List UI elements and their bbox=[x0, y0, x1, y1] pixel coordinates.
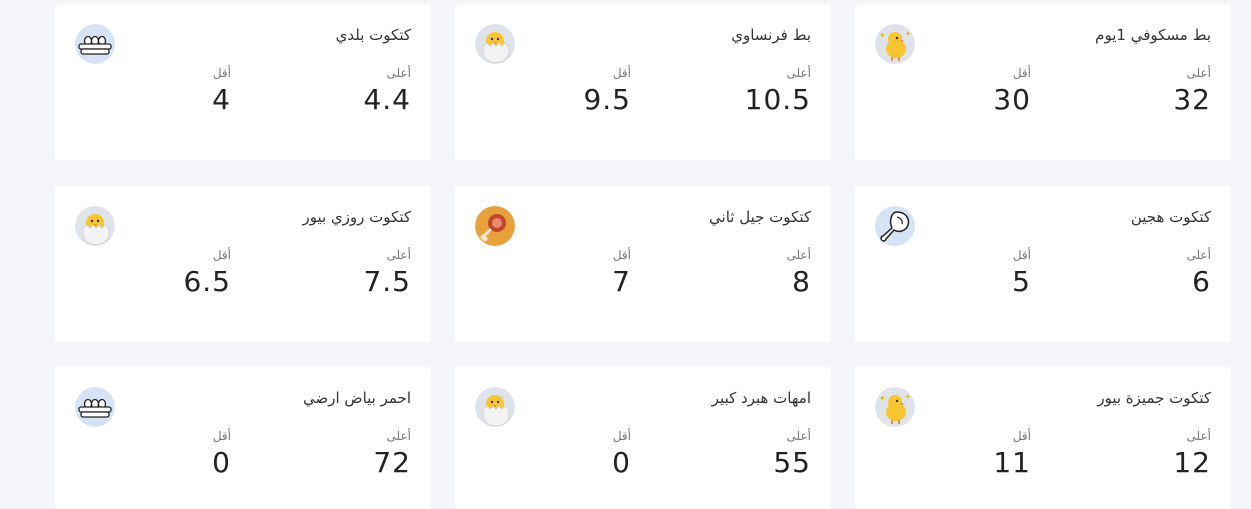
high-label: أعلى bbox=[1186, 66, 1211, 80]
low-value: 4 bbox=[212, 83, 231, 116]
chick-egg-icon bbox=[75, 206, 115, 246]
high-value: 7.5 bbox=[363, 265, 411, 298]
chick-egg-icon bbox=[475, 24, 515, 64]
meat-drumstick-icon bbox=[475, 206, 515, 246]
low-label: أقل bbox=[212, 66, 231, 80]
card-title: كتكوت روزي بيور bbox=[302, 208, 411, 226]
low-value: 5 bbox=[1012, 265, 1031, 298]
low-label: أقل bbox=[612, 248, 631, 262]
low-value: 11 bbox=[993, 446, 1031, 479]
high-label: أعلى bbox=[786, 66, 811, 80]
egg-tray-icon bbox=[75, 387, 115, 427]
high-label: أعلى bbox=[786, 429, 811, 443]
high-label: أعلى bbox=[386, 66, 411, 80]
low-value: 9.5 bbox=[583, 83, 631, 116]
high-value: 4.4 bbox=[363, 83, 411, 116]
price-card[interactable]: بط فرنساوي أعلى أقل 10.5 9.5 bbox=[455, 4, 831, 160]
low-value: 6.5 bbox=[183, 265, 231, 298]
card-title: بط مسكوفي 1يوم bbox=[1095, 26, 1211, 44]
high-value: 55 bbox=[773, 446, 811, 479]
high-label: أعلى bbox=[786, 248, 811, 262]
low-label: أقل bbox=[612, 66, 631, 80]
chick-sparkle-icon: ✦ ✦ bbox=[875, 387, 915, 427]
low-value: 0 bbox=[612, 446, 631, 479]
price-card[interactable]: كتكوت بلدي أعلى أقل 4.4 4 bbox=[55, 4, 431, 160]
high-label: أعلى bbox=[1186, 248, 1211, 262]
low-label: أقل bbox=[1012, 248, 1031, 262]
card-title: كتكوت جميزة بيور bbox=[1097, 389, 1211, 407]
chicken-leg-icon bbox=[875, 206, 915, 246]
low-label: أقل bbox=[212, 248, 231, 262]
price-card[interactable]: كتكوت جيل ثاني أعلى أقل 8 7 bbox=[455, 186, 831, 342]
card-title: كتكوت هجين bbox=[1130, 208, 1211, 226]
price-card[interactable]: كتكوت جميزة بيور ✦ ✦ أعلى أقل 12 11 bbox=[855, 367, 1231, 509]
high-value: 10.5 bbox=[744, 83, 811, 116]
card-title: امهات هبرد كبير bbox=[711, 389, 811, 407]
svg-text:✦: ✦ bbox=[905, 393, 911, 401]
price-card[interactable]: كتكوت هجين أعلى أقل 6 5 bbox=[855, 186, 1231, 342]
price-card[interactable]: بط مسكوفي 1يوم ✦ ✦ أعلى أقل 32 30 bbox=[855, 4, 1231, 160]
svg-text:✦: ✦ bbox=[905, 30, 911, 38]
egg-tray-icon bbox=[75, 24, 115, 64]
low-label: أقل bbox=[1012, 66, 1031, 80]
price-card[interactable]: احمر بياض ارضي أعلى أقل 72 0 bbox=[55, 367, 431, 509]
high-value: 6 bbox=[1192, 265, 1211, 298]
high-value: 72 bbox=[373, 446, 411, 479]
price-card[interactable]: امهات هبرد كبير أعلى أقل 55 0 bbox=[455, 367, 831, 509]
low-label: أقل bbox=[1012, 429, 1031, 443]
high-value: 8 bbox=[792, 265, 811, 298]
card-title: بط فرنساوي bbox=[731, 26, 811, 44]
price-card[interactable]: كتكوت روزي بيور أعلى أقل 7.5 6.5 bbox=[55, 186, 431, 342]
svg-text:✦: ✦ bbox=[879, 31, 886, 40]
chick-sparkle-icon: ✦ ✦ bbox=[875, 24, 915, 64]
card-title: كتكوت جيل ثاني bbox=[709, 208, 811, 226]
low-value: 7 bbox=[612, 265, 631, 298]
low-label: أقل bbox=[212, 429, 231, 443]
svg-text:✦: ✦ bbox=[879, 394, 886, 403]
high-label: أعلى bbox=[386, 429, 411, 443]
high-value: 12 bbox=[1173, 446, 1211, 479]
low-label: أقل bbox=[612, 429, 631, 443]
card-title: احمر بياض ارضي bbox=[303, 389, 411, 407]
low-value: 30 bbox=[993, 83, 1031, 116]
card-title: كتكوت بلدي bbox=[335, 26, 411, 44]
low-value: 0 bbox=[212, 446, 231, 479]
chick-egg-icon bbox=[475, 387, 515, 427]
high-label: أعلى bbox=[1186, 429, 1211, 443]
high-label: أعلى bbox=[386, 248, 411, 262]
high-value: 32 bbox=[1173, 83, 1211, 116]
